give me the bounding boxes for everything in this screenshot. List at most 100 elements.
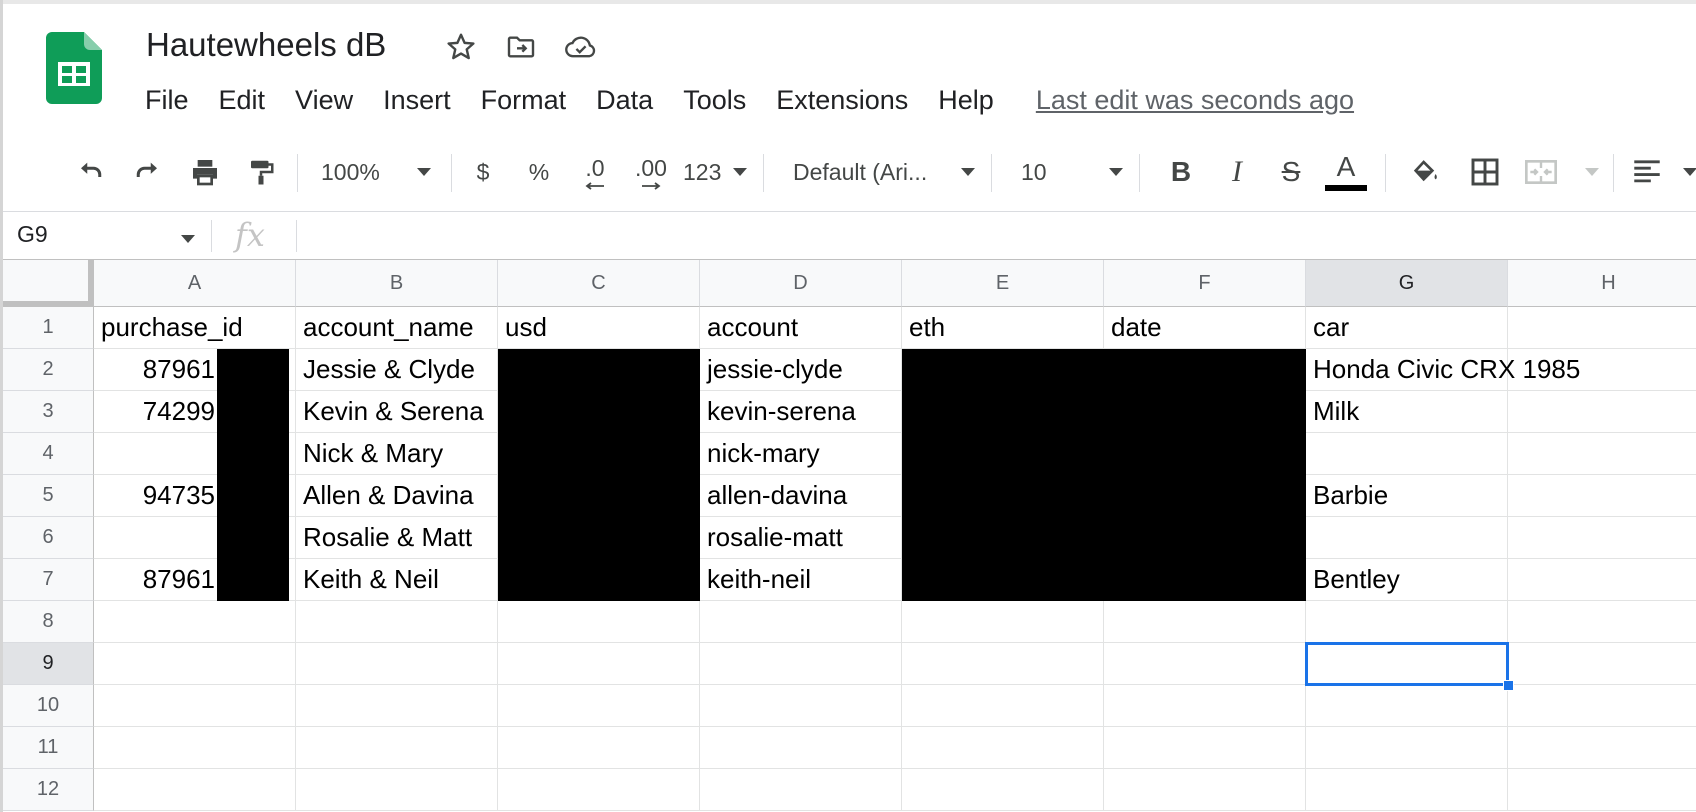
cell-a11[interactable] xyxy=(94,727,296,769)
cell-d1[interactable]: account xyxy=(700,307,902,349)
star-icon[interactable] xyxy=(442,28,480,66)
cell-h7[interactable] xyxy=(1508,559,1696,601)
row-header-4[interactable]: 4 xyxy=(3,433,94,475)
row-header-5[interactable]: 5 xyxy=(3,475,94,517)
cell-d3[interactable]: kevin-serena xyxy=(700,391,902,433)
name-box[interactable]: G9 xyxy=(17,221,48,248)
menu-file[interactable]: File xyxy=(145,85,189,116)
menu-tools[interactable]: Tools xyxy=(683,85,746,116)
cell-e9[interactable] xyxy=(902,643,1104,685)
decrease-decimals-button[interactable]: .0 xyxy=(573,150,617,194)
select-all-corner[interactable] xyxy=(3,260,94,307)
spreadsheet-grid[interactable]: A B C D E F G H 1 purchase_id account_name usd accou… xyxy=(3,260,1696,812)
cell-a10[interactable] xyxy=(94,685,296,727)
row-header-7[interactable]: 7 xyxy=(3,559,94,601)
row-header-10[interactable]: 10 xyxy=(3,685,94,727)
print-icon[interactable] xyxy=(183,150,227,194)
cell-b10[interactable] xyxy=(296,685,498,727)
cell-b9[interactable] xyxy=(296,643,498,685)
cell-h11[interactable] xyxy=(1508,727,1696,769)
menu-view[interactable]: View xyxy=(295,85,353,116)
cell-d10[interactable] xyxy=(700,685,902,727)
cell-b7[interactable]: Keith & Neil xyxy=(296,559,498,601)
text-color-button[interactable]: A xyxy=(1323,150,1369,194)
cell-b5[interactable]: Allen & Davina xyxy=(296,475,498,517)
row-header-8[interactable]: 8 xyxy=(3,601,94,643)
cell-f8[interactable] xyxy=(1104,601,1306,643)
cell-g1[interactable]: car xyxy=(1306,307,1508,349)
more-formats-button[interactable]: 123 xyxy=(683,150,747,194)
cell-g7[interactable]: Bentley xyxy=(1306,559,1508,601)
merge-cells-icon[interactable] xyxy=(1523,150,1599,194)
cell-b2[interactable]: Jessie & Clyde xyxy=(296,349,498,391)
cell-h10[interactable] xyxy=(1508,685,1696,727)
cell-c11[interactable] xyxy=(498,727,700,769)
cell-g10[interactable] xyxy=(1306,685,1508,727)
cell-e1[interactable]: eth xyxy=(902,307,1104,349)
cell-a12[interactable] xyxy=(94,769,296,811)
borders-icon[interactable] xyxy=(1463,150,1507,194)
cell-e12[interactable] xyxy=(902,769,1104,811)
cell-h8[interactable] xyxy=(1508,601,1696,643)
fill-color-icon[interactable] xyxy=(1403,150,1447,194)
cell-b11[interactable] xyxy=(296,727,498,769)
cell-g8[interactable] xyxy=(1306,601,1508,643)
cell-d5[interactable]: allen-davina xyxy=(700,475,902,517)
cell-d6[interactable]: rosalie-matt xyxy=(700,517,902,559)
cell-h5[interactable] xyxy=(1508,475,1696,517)
column-header-c[interactable]: C xyxy=(498,260,700,307)
cell-c8[interactable] xyxy=(498,601,700,643)
cell-d11[interactable] xyxy=(700,727,902,769)
cell-b4[interactable]: Nick & Mary xyxy=(296,433,498,475)
italic-button[interactable]: I xyxy=(1217,150,1257,194)
cell-b6[interactable]: Rosalie & Matt xyxy=(296,517,498,559)
menu-insert[interactable]: Insert xyxy=(383,85,451,116)
cell-h12[interactable] xyxy=(1508,769,1696,811)
cell-c10[interactable] xyxy=(498,685,700,727)
strikethrough-button[interactable]: S xyxy=(1271,150,1311,194)
cell-f10[interactable] xyxy=(1104,685,1306,727)
cell-f12[interactable] xyxy=(1104,769,1306,811)
column-header-h[interactable]: H xyxy=(1508,260,1696,307)
cell-h9[interactable] xyxy=(1508,643,1696,685)
cell-b1[interactable]: account_name xyxy=(296,307,498,349)
cell-g3[interactable]: Milk xyxy=(1306,391,1508,433)
fill-handle[interactable] xyxy=(1503,680,1514,691)
column-header-g[interactable]: G xyxy=(1306,260,1508,307)
cell-a9[interactable] xyxy=(94,643,296,685)
cell-a8[interactable] xyxy=(94,601,296,643)
cell-g11[interactable] xyxy=(1306,727,1508,769)
cell-h4[interactable] xyxy=(1508,433,1696,475)
cell-h2[interactable] xyxy=(1508,349,1696,391)
row-header-3[interactable]: 3 xyxy=(3,391,94,433)
row-header-9[interactable]: 9 xyxy=(3,643,94,685)
undo-icon[interactable] xyxy=(69,150,113,194)
cell-c12[interactable] xyxy=(498,769,700,811)
bold-button[interactable]: B xyxy=(1161,150,1201,194)
cell-d7[interactable]: keith-neil xyxy=(700,559,902,601)
cell-e10[interactable] xyxy=(902,685,1104,727)
cell-e11[interactable] xyxy=(902,727,1104,769)
chevron-down-icon[interactable] xyxy=(181,235,195,243)
row-header-6[interactable]: 6 xyxy=(3,517,94,559)
menu-edit[interactable]: Edit xyxy=(219,85,266,116)
column-header-e[interactable]: E xyxy=(902,260,1104,307)
column-header-a[interactable]: A xyxy=(94,260,296,307)
cell-h6[interactable] xyxy=(1508,517,1696,559)
currency-format-button[interactable]: $ xyxy=(465,150,501,194)
column-header-b[interactable]: B xyxy=(296,260,498,307)
percent-format-button[interactable]: % xyxy=(521,150,557,194)
paint-format-icon[interactable] xyxy=(239,150,283,194)
cell-h3[interactable] xyxy=(1508,391,1696,433)
cell-f9[interactable] xyxy=(1104,643,1306,685)
menu-format[interactable]: Format xyxy=(481,85,567,116)
frozen-column-handle[interactable] xyxy=(88,260,93,307)
font-size-select[interactable]: 10 xyxy=(1021,150,1123,194)
cell-g5[interactable]: Barbie xyxy=(1306,475,1508,517)
menu-help[interactable]: Help xyxy=(938,85,994,116)
cell-d12[interactable] xyxy=(700,769,902,811)
menu-extensions[interactable]: Extensions xyxy=(776,85,908,116)
move-to-folder-icon[interactable] xyxy=(502,28,540,66)
document-title[interactable]: Hautewheels dB xyxy=(146,26,386,64)
row-header-1[interactable]: 1 xyxy=(3,307,94,349)
